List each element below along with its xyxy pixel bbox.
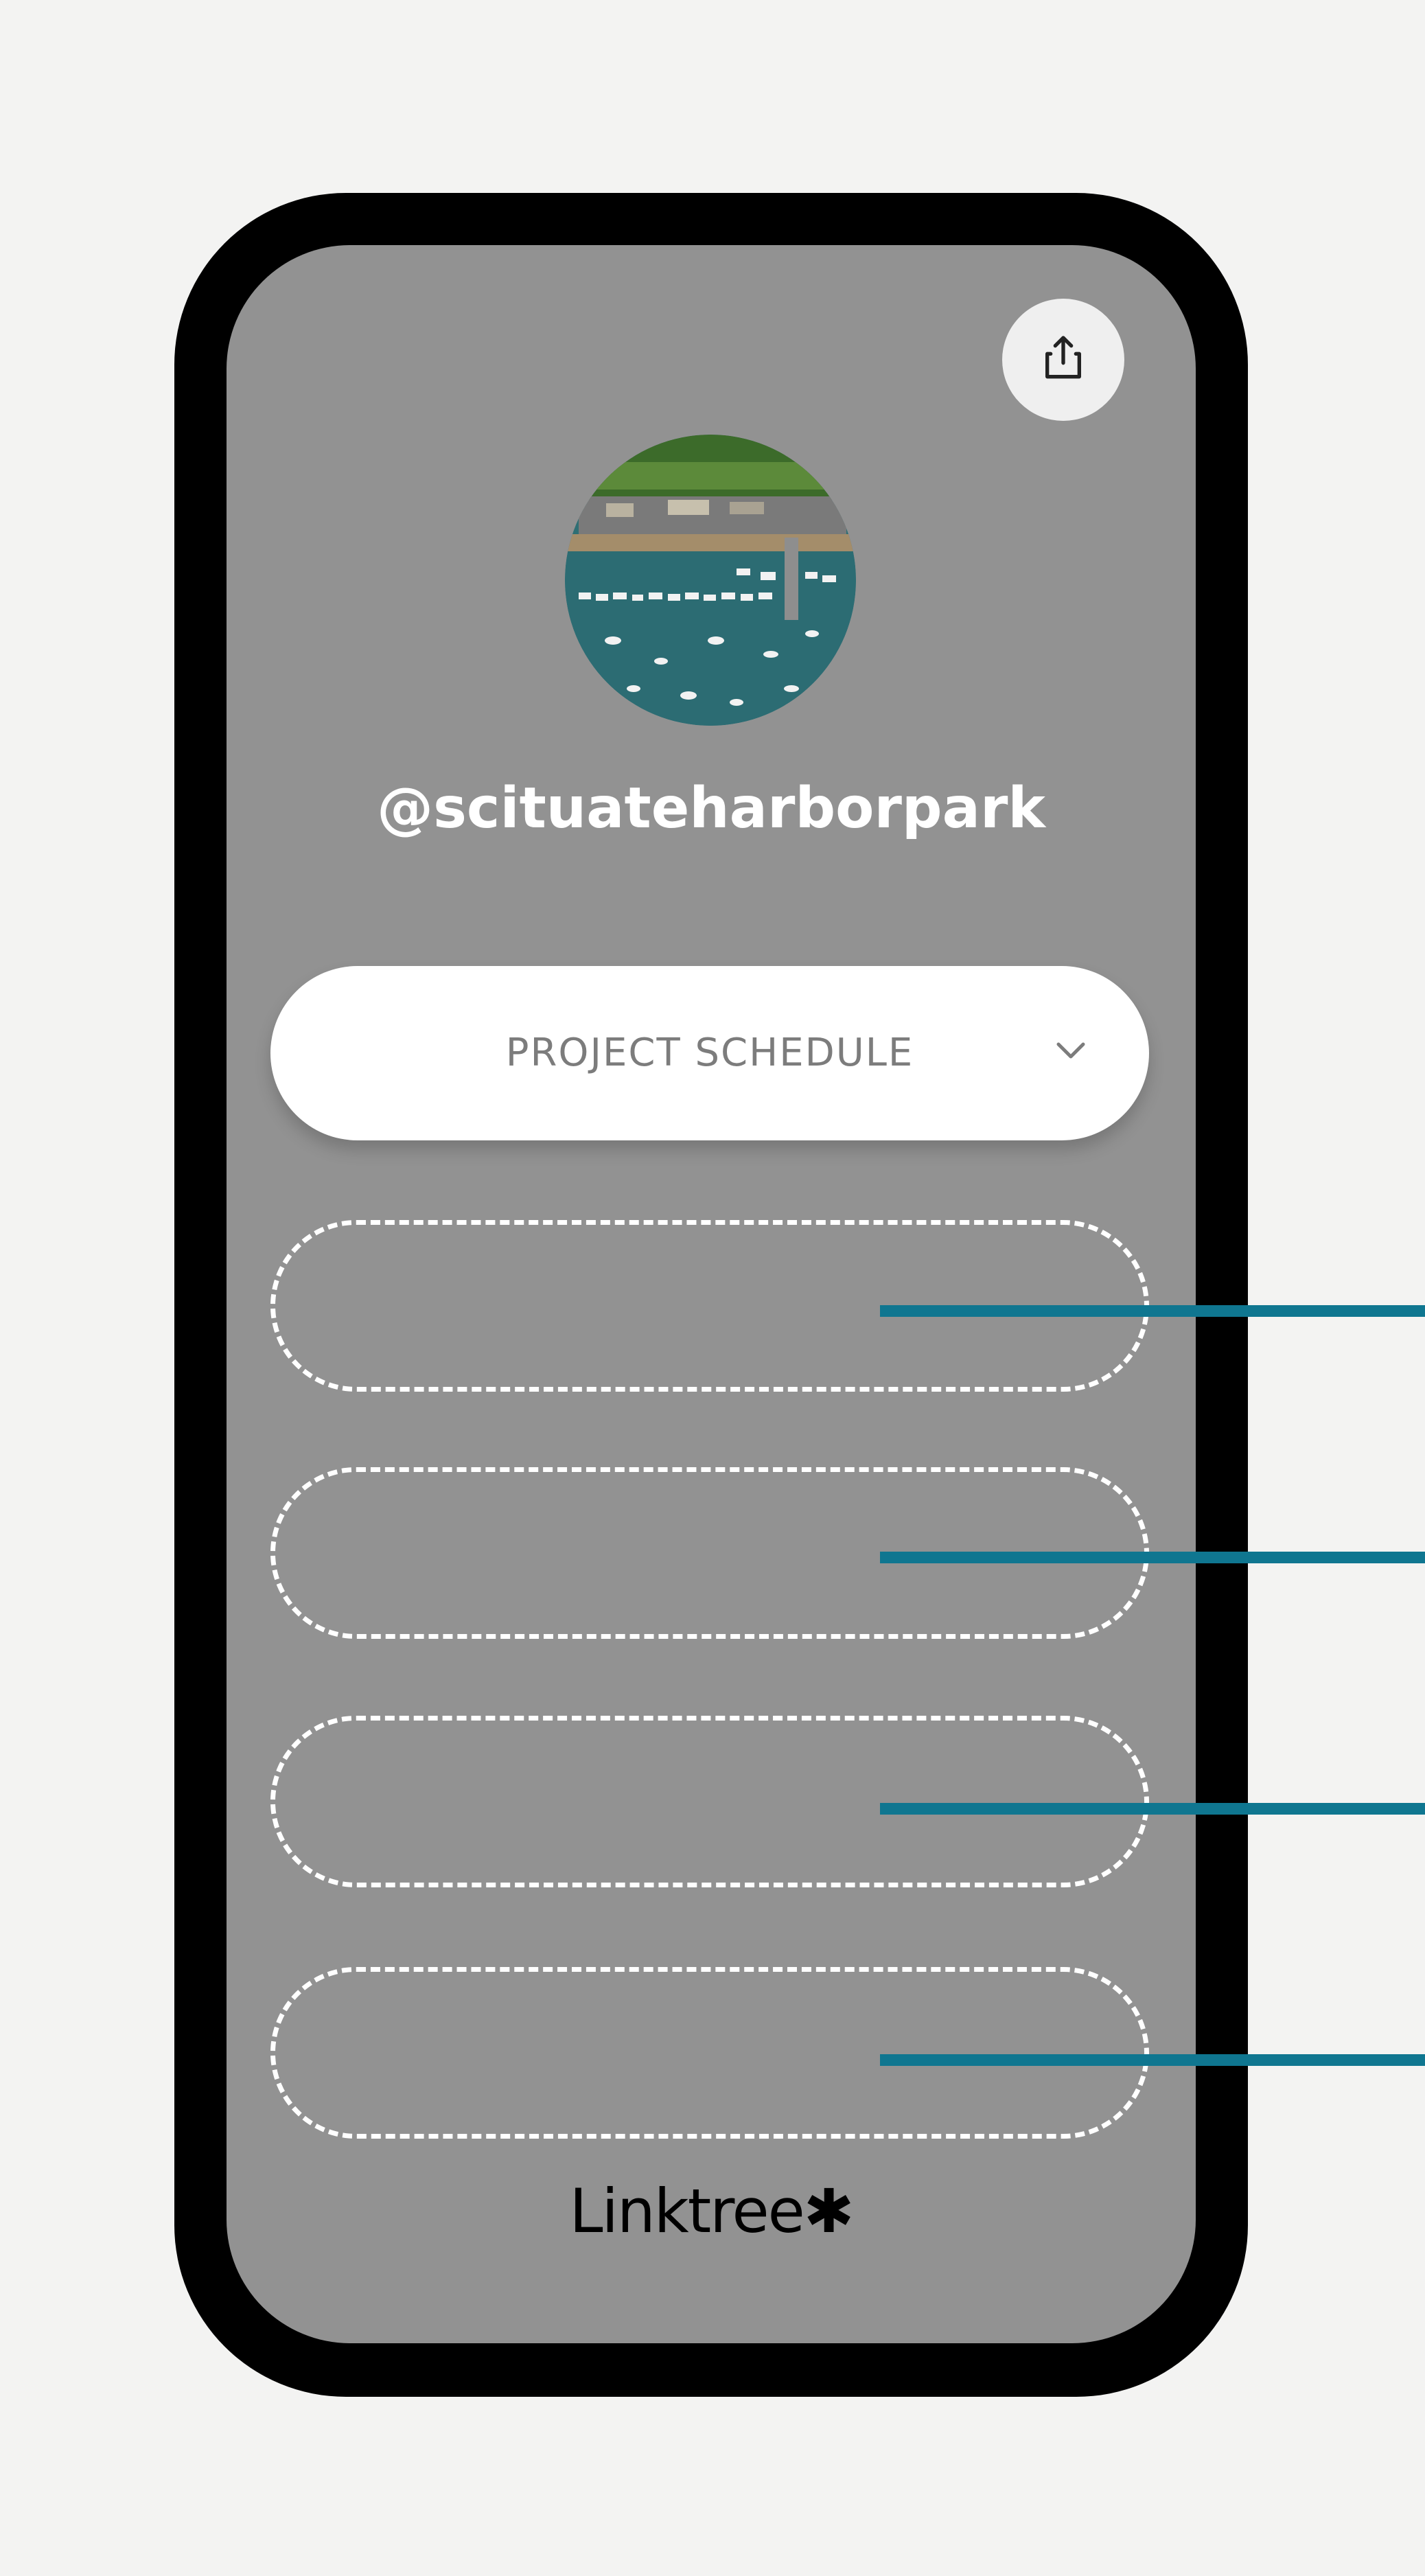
share-button[interactable] xyxy=(1002,299,1124,421)
phone-frame: @scituateharborpark PROJECT SCHEDULE Lin… xyxy=(174,193,1248,2397)
phone-screen: @scituateharborpark PROJECT SCHEDULE Lin… xyxy=(227,245,1196,2343)
project-schedule-button[interactable]: PROJECT SCHEDULE xyxy=(270,966,1149,1140)
avatar xyxy=(565,435,856,726)
project-schedule-label: PROJECT SCHEDULE xyxy=(505,1031,914,1075)
callout-line xyxy=(880,1803,1425,1815)
share-icon xyxy=(1036,331,1091,389)
callout-line xyxy=(880,2054,1425,2066)
link-slot[interactable] xyxy=(270,1967,1149,2139)
profile-username: @scituateharborpark xyxy=(377,776,1045,841)
callout-line xyxy=(880,1552,1425,1563)
linktree-logo: Linktree✱ xyxy=(569,2176,855,2246)
callout-line xyxy=(880,1305,1425,1317)
link-slot[interactable] xyxy=(270,1716,1149,1887)
chevron-down-icon[interactable] xyxy=(1054,1037,1087,1065)
